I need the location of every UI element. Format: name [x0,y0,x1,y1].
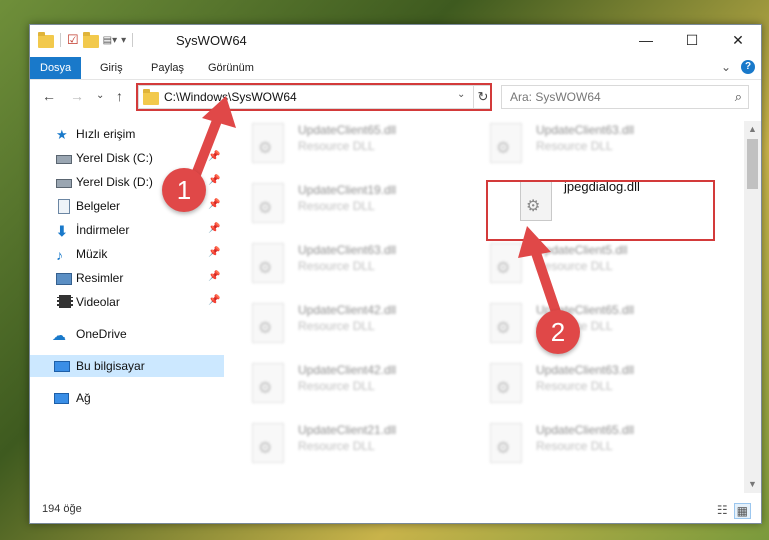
annotation-arrows [185,96,563,323]
step-1-badge: 1 [162,168,206,212]
step-2-badge: 2 [536,310,580,354]
arrow-2 [518,226,563,323]
